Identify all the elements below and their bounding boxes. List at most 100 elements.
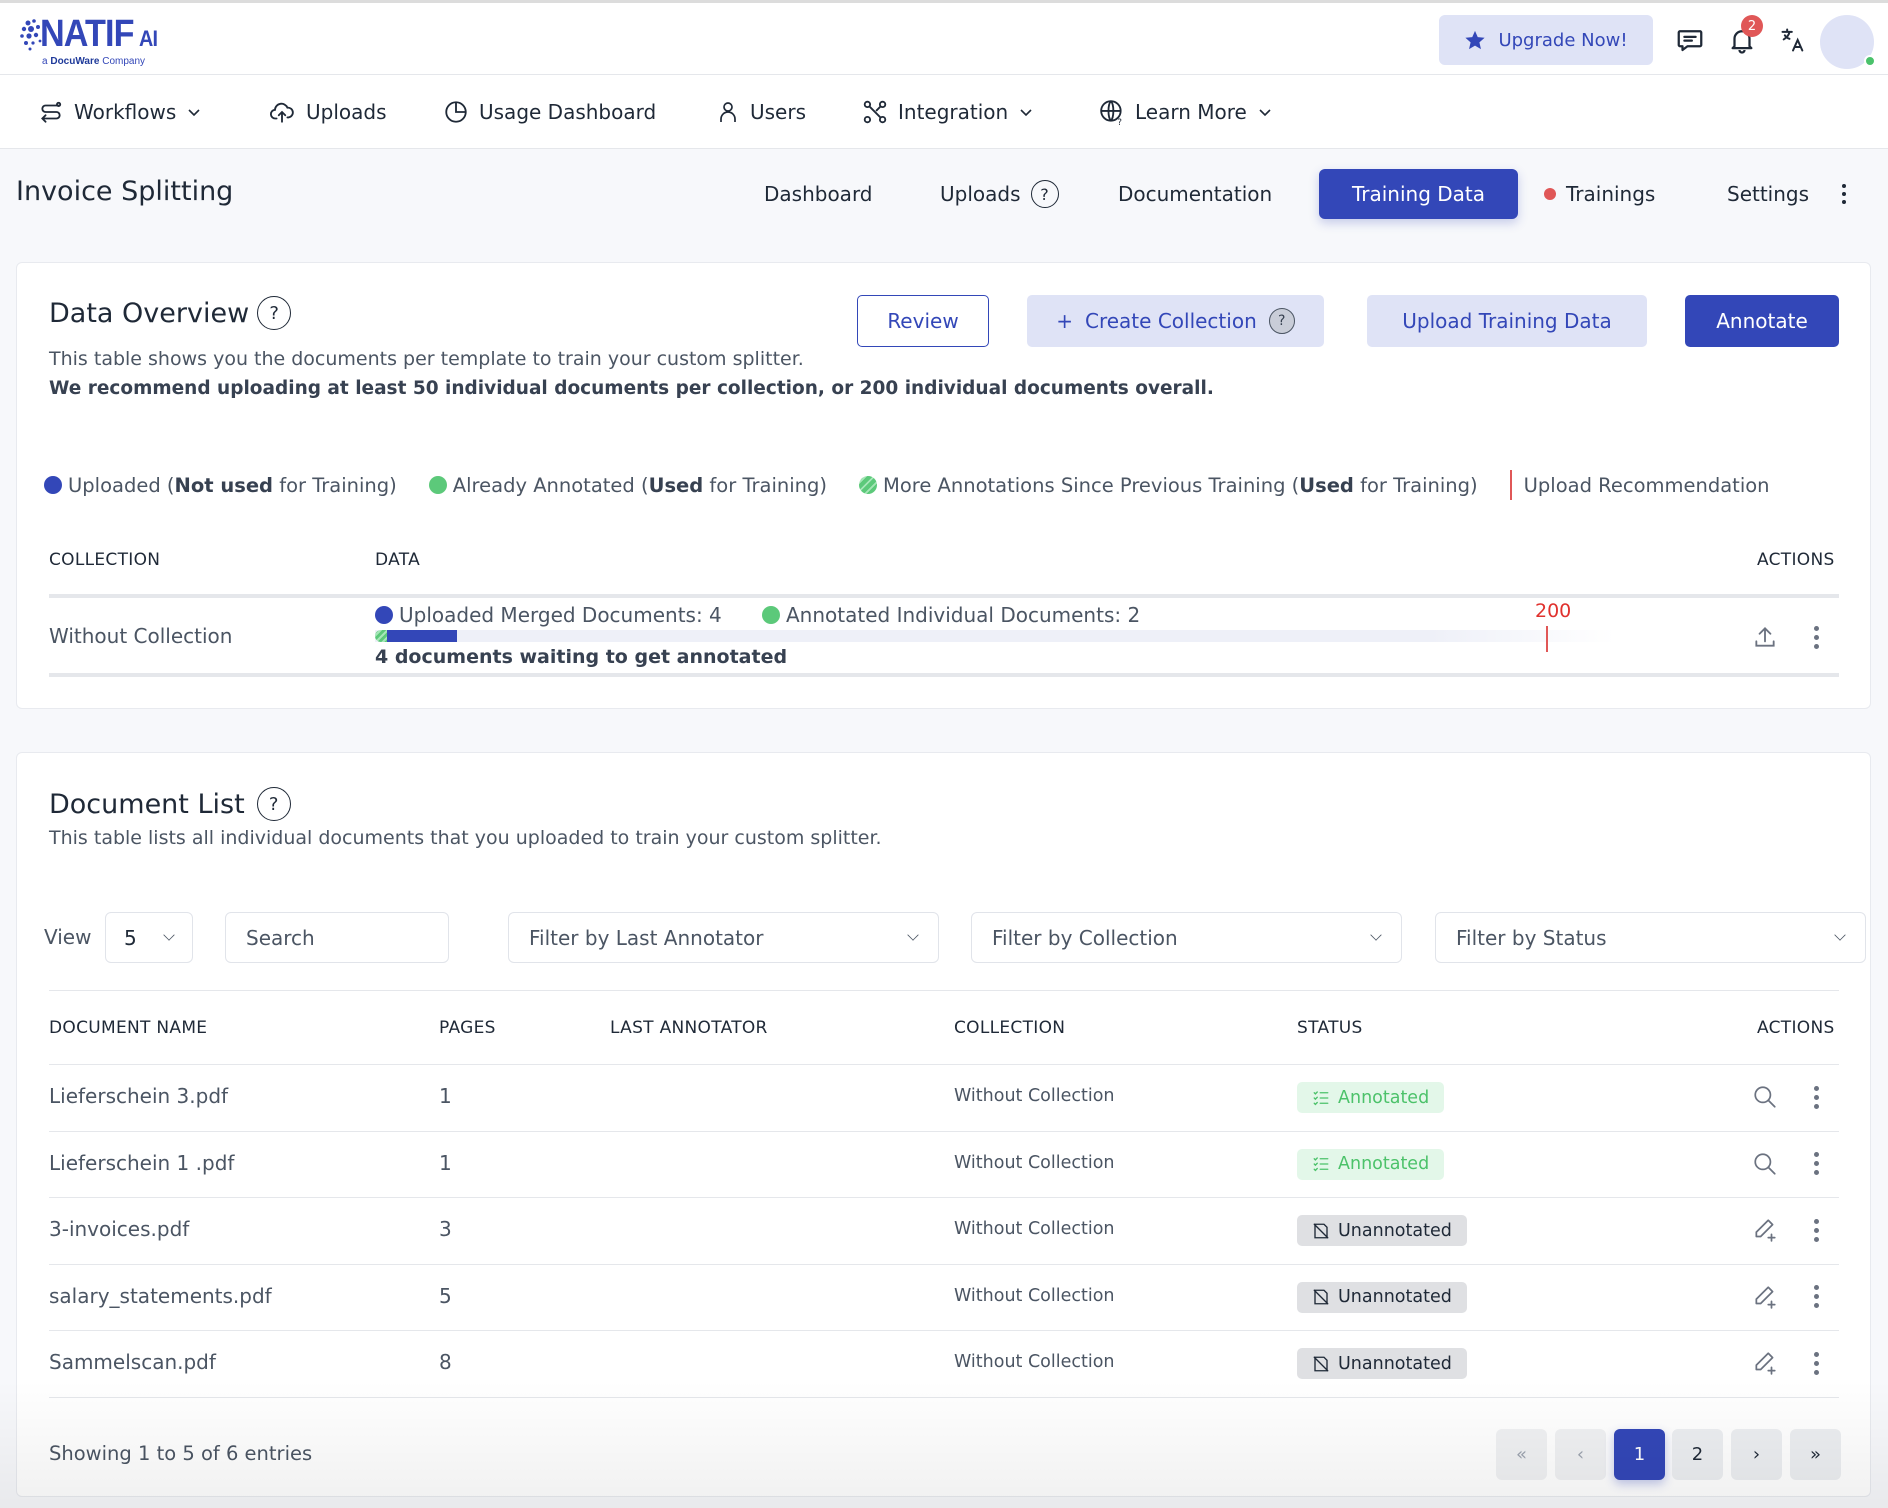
pagination-page-1[interactable]: 1 (1614, 1429, 1665, 1480)
document-name[interactable]: 3-invoices.pdf (49, 1217, 189, 1241)
kebab-menu-icon (1813, 1085, 1819, 1109)
search-input[interactable]: Search (225, 912, 449, 963)
collection-more-button[interactable] (1801, 622, 1831, 652)
document-collection: Without Collection (954, 1219, 1115, 1240)
waiting-annotation-text: 4 documents waiting to get annotated (375, 646, 788, 668)
filter-status-select[interactable]: Filter by Status (1435, 912, 1866, 963)
kebab-menu-icon (1813, 1285, 1819, 1309)
nav-learn-more[interactable]: ? Learn More (1099, 75, 1273, 149)
annotate-button[interactable]: Annotate (1685, 295, 1839, 347)
review-button[interactable]: Review (857, 295, 989, 347)
nav-integration[interactable]: Integration (862, 75, 1034, 149)
kebab-menu-icon (1842, 184, 1846, 204)
annotate-document-button[interactable] (1750, 1348, 1780, 1378)
notifications-button[interactable]: 2 (1725, 15, 1763, 57)
user-icon (720, 102, 736, 122)
help-icon[interactable]: ? (1268, 308, 1295, 334)
filter-collection-select[interactable]: Filter by Collection (971, 912, 1402, 963)
brand-name: NATIF AI (40, 13, 158, 56)
column-header-document-name: DOCUMENT NAME (49, 1018, 208, 1038)
pagination-last-button[interactable]: » (1790, 1429, 1841, 1480)
document-more-button[interactable] (1801, 1149, 1831, 1179)
document-name[interactable]: Lieferschein 1 .pdf (49, 1151, 234, 1175)
recommendation-value: 200 (1535, 600, 1572, 622)
tagline-company: DocuWare (50, 56, 100, 67)
chat-button[interactable] (1673, 23, 1707, 57)
filter-last-annotator-select[interactable]: Filter by Last Annotator (508, 912, 939, 963)
document-more-button[interactable] (1801, 1082, 1831, 1112)
tab-trainings[interactable]: Trainings (1516, 169, 1683, 219)
upload-to-collection-button[interactable] (1750, 622, 1780, 652)
legend-marker-red-line (1509, 470, 1512, 500)
checklist-icon (1313, 1157, 1329, 1172)
nav-users[interactable]: Users (716, 75, 806, 149)
progress-annotated-segment (375, 630, 387, 642)
nav-uploads[interactable]: Uploads (268, 75, 387, 149)
view-page-size-select[interactable]: 5 (105, 912, 193, 963)
row-divider (49, 1197, 1839, 1198)
upgrade-now-button[interactable]: Upgrade Now! (1439, 15, 1653, 65)
pagination-next-button[interactable]: › (1731, 1429, 1782, 1480)
help-icon[interactable]: ? (1030, 180, 1059, 208)
view-document-button[interactable] (1750, 1149, 1780, 1179)
main-navigation: Workflows Uploads Usage Dashboard Users … (0, 75, 1888, 149)
legend-uploaded: Uploaded (Not used for Training) (44, 474, 397, 497)
document-list-description: This table lists all individual document… (49, 827, 882, 849)
row-divider (49, 1130, 1839, 1132)
kebab-menu-icon (1813, 1218, 1819, 1242)
column-header-actions: ACTIONS (1757, 1018, 1835, 1038)
pagination-prev-button[interactable]: ‹ (1555, 1429, 1606, 1480)
document-more-button[interactable] (1801, 1282, 1831, 1312)
language-button[interactable] (1776, 23, 1810, 57)
user-avatar[interactable] (1820, 15, 1876, 69)
document-name[interactable]: salary_statements.pdf (49, 1284, 272, 1308)
pagination-page-2[interactable]: 2 (1672, 1429, 1723, 1480)
review-label: Review (887, 309, 959, 333)
legend-marker-green (428, 476, 447, 494)
document-more-button[interactable] (1801, 1215, 1831, 1245)
document-pages: 3 (439, 1217, 452, 1242)
legend-marker-striped (859, 476, 877, 494)
document-collection: Without Collection (954, 1352, 1115, 1373)
nav-workflows[interactable]: Workflows (38, 75, 202, 149)
annotated-count: Annotated Individual Documents: 2 (762, 603, 1140, 627)
tab-uploads[interactable]: Uploads ? (912, 169, 1087, 219)
brand-name-text: NATIF (40, 13, 135, 55)
kebab-menu-icon (1813, 625, 1819, 649)
tab-settings-label: Settings (1727, 182, 1810, 206)
create-collection-button[interactable]: + Create Collection ? (1027, 295, 1324, 347)
row-divider (49, 1396, 1839, 1398)
document-collection: Without Collection (954, 1152, 1115, 1173)
status-badge: Annotated (1297, 1148, 1445, 1180)
document-name[interactable]: Lieferschein 3.pdf (49, 1084, 228, 1108)
annotate-document-button[interactable] (1750, 1215, 1780, 1245)
chevron-down-icon (1834, 928, 1846, 941)
legend-uploaded-text: Uploaded (Not used for Training) (68, 473, 397, 497)
data-overview-title-text: Data Overview (49, 297, 250, 329)
help-icon[interactable]: ? (257, 296, 292, 330)
top-bar: NATIF AI a DocuWare Company Upgrade Now! … (0, 0, 1888, 75)
page-title: Invoice Splitting (16, 176, 234, 207)
legend-annotated: Already Annotated (Used for Training) (428, 474, 827, 497)
upload-training-data-button[interactable]: Upload Training Data (1367, 295, 1647, 347)
help-icon[interactable]: ? (256, 787, 291, 821)
document-pages: 1 (439, 1084, 452, 1109)
natif-logo[interactable]: NATIF AI a DocuWare Company (18, 13, 168, 69)
chevron-down-icon (907, 928, 919, 941)
legend: Uploaded (Not used for Training) Already… (44, 470, 1802, 500)
document-name[interactable]: Sammelscan.pdf (49, 1350, 216, 1374)
create-collection-label: Create Collection (1085, 309, 1257, 333)
data-overview-title: Data Overview ? (49, 296, 292, 330)
document-list-title: Document List ? (49, 787, 291, 821)
tab-dashboard[interactable]: Dashboard (736, 169, 901, 219)
tab-documentation[interactable]: Documentation (1090, 169, 1300, 219)
more-options-button[interactable] (1832, 169, 1856, 219)
tab-settings[interactable]: Settings (1699, 169, 1837, 219)
view-document-button[interactable] (1750, 1082, 1780, 1112)
nav-usage-dashboard[interactable]: Usage Dashboard (443, 75, 656, 149)
pagination-first-button[interactable]: « (1496, 1429, 1547, 1480)
view-page-size-value: 5 (124, 925, 137, 950)
tab-training-data[interactable]: Training Data (1319, 169, 1518, 219)
document-more-button[interactable] (1801, 1348, 1831, 1378)
annotate-document-button[interactable] (1750, 1282, 1780, 1312)
